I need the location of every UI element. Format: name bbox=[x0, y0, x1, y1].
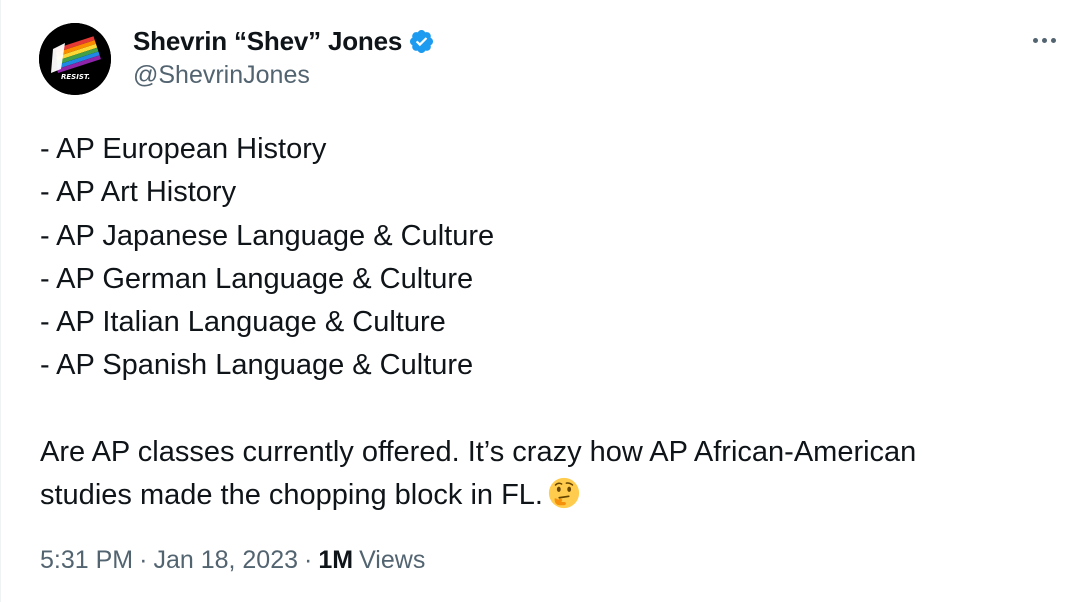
tweet-date: Jan 18, 2023 bbox=[153, 546, 299, 574]
tweet-line: - AP Italian Language & Culture bbox=[40, 306, 446, 339]
tweet-card: RESIST. Shevrin “Shev” Jones @ShevrinJon… bbox=[0, 0, 1080, 602]
avatar[interactable]: RESIST. bbox=[39, 23, 111, 95]
tweet-line: - AP Japanese Language & Culture bbox=[40, 219, 495, 252]
views-count[interactable]: 1M bbox=[318, 546, 353, 575]
tweet-line: - AP German Language & Culture bbox=[40, 262, 474, 295]
tweet-text: - AP European History - AP Art History -… bbox=[40, 128, 1050, 518]
more-dot bbox=[1050, 37, 1056, 43]
tweet-line: - AP Art History bbox=[40, 176, 237, 209]
meta-separator: · bbox=[139, 546, 148, 574]
tweet-time-link[interactable]: 5:31 PM · Jan 18, 2023 bbox=[40, 546, 298, 575]
tweet-line-text: studies made the chopping block in FL. bbox=[40, 479, 543, 512]
author-name-row[interactable]: Shevrin “Shev” Jones bbox=[133, 24, 435, 58]
meta-separator: · bbox=[304, 546, 313, 574]
more-dot bbox=[1041, 37, 1047, 43]
tweet-meta: 5:31 PM · Jan 18, 2023 · 1M Views bbox=[40, 546, 425, 575]
tweet-line: - AP European History bbox=[40, 133, 327, 165]
tweet-line: Are AP classes currently offered. It’s c… bbox=[40, 436, 917, 469]
verified-badge-icon[interactable] bbox=[408, 28, 435, 55]
thinking-face-emoji-icon bbox=[547, 476, 581, 510]
tweet-time: 5:31 PM bbox=[40, 546, 134, 574]
avatar-rainbow-flag-image: RESIST. bbox=[39, 23, 111, 95]
views-label: Views bbox=[359, 546, 426, 574]
avatar-text: RESIST. bbox=[61, 73, 90, 81]
tweet-line: - AP Spanish Language & Culture bbox=[40, 349, 474, 382]
more-options-icon[interactable] bbox=[1029, 28, 1059, 52]
display-name[interactable]: Shevrin “Shev” Jones bbox=[133, 26, 402, 57]
tweet-line-last: studies made the chopping block in FL. bbox=[40, 474, 1050, 517]
more-dot bbox=[1032, 37, 1038, 43]
author-handle[interactable]: @ShevrinJones bbox=[133, 61, 310, 90]
